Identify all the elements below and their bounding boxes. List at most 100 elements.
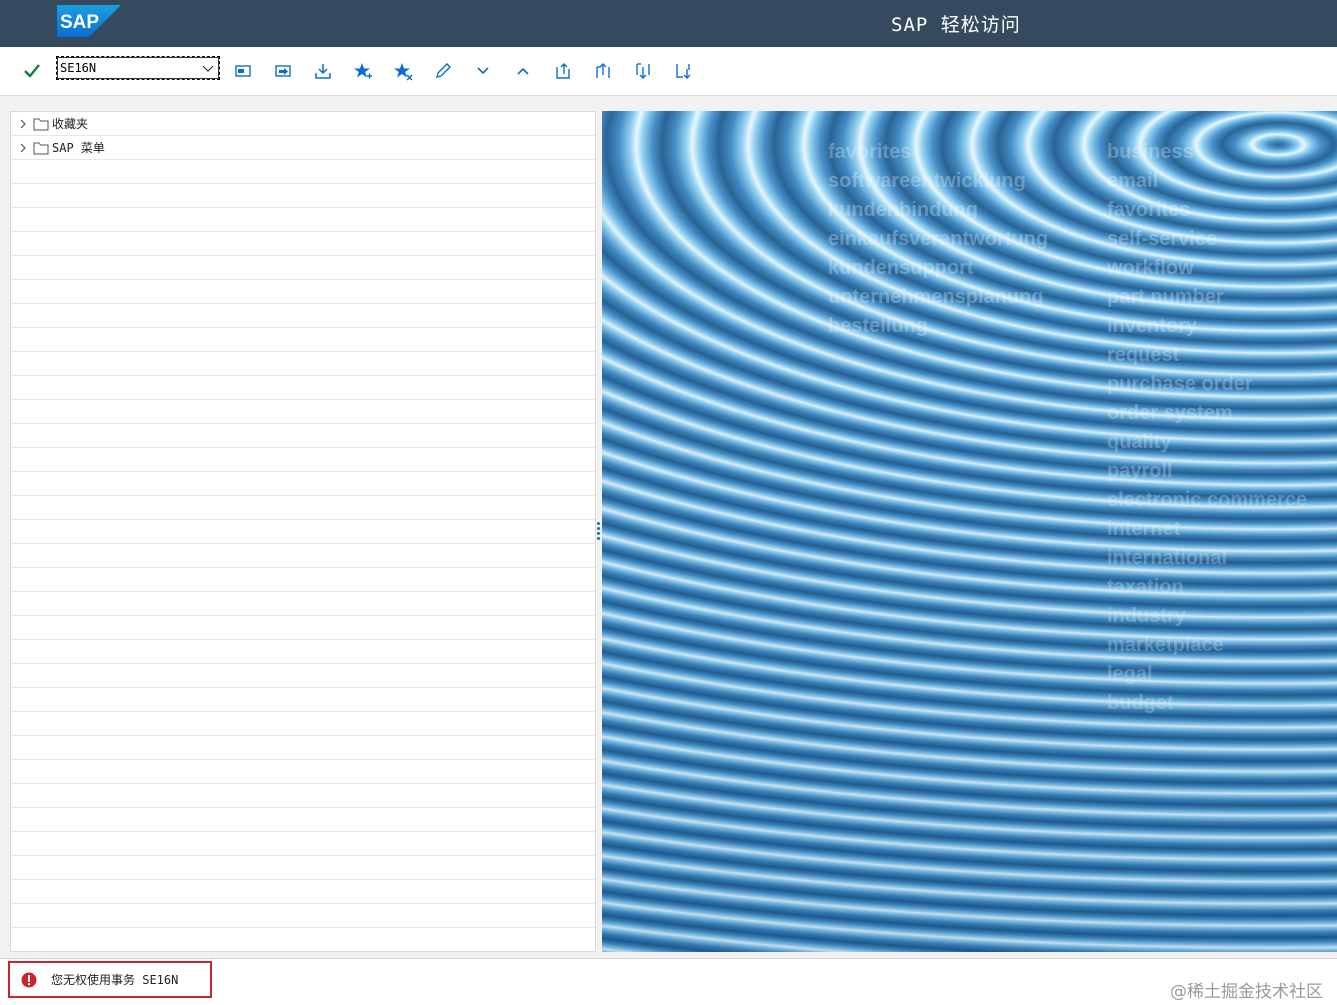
tree-empty-row bbox=[11, 448, 595, 472]
background-word: budget bbox=[1107, 692, 1174, 714]
background-word: international bbox=[1107, 547, 1228, 569]
folder-icon bbox=[33, 142, 49, 154]
tree-empty-row bbox=[11, 520, 595, 544]
background-word: kundenbindung bbox=[828, 199, 978, 221]
tree-empty-row bbox=[11, 232, 595, 256]
expand-button[interactable] bbox=[471, 59, 495, 83]
tree-item-sap-menu[interactable]: SAP 菜单 bbox=[11, 136, 595, 160]
move-bottom-button[interactable] bbox=[671, 59, 695, 83]
background-word: kundensupport bbox=[828, 257, 974, 279]
background-word: bestellung bbox=[828, 315, 929, 337]
background-word: workflow bbox=[1107, 257, 1194, 279]
splitter-handle[interactable] bbox=[597, 522, 600, 540]
chevron-right-icon[interactable] bbox=[18, 119, 28, 129]
tree-empty-row bbox=[11, 352, 595, 376]
tree-empty-row bbox=[11, 328, 595, 352]
status-bar: 您无权使用事务 SE16N @稀土掘金技术社区 bbox=[0, 958, 1337, 1005]
tree-empty-row bbox=[11, 808, 595, 832]
tree-item-label: 收藏夹 bbox=[52, 117, 89, 131]
easy-access-image: favorites softwareentwicklung kundenbindun… bbox=[602, 111, 1337, 952]
background-word: favorites bbox=[1107, 199, 1191, 221]
background-word: request bbox=[1107, 344, 1180, 366]
expand-icon bbox=[477, 67, 489, 75]
background-word: part number bbox=[1107, 286, 1224, 308]
tree-item-favorites[interactable]: 收藏夹 bbox=[11, 112, 595, 136]
background-word: einkaufsverantwortung bbox=[828, 228, 1049, 250]
user-menu-button[interactable] bbox=[271, 59, 295, 83]
user-menu-icon bbox=[275, 65, 291, 77]
watermark: @稀土掘金技术社区 bbox=[1170, 982, 1323, 1002]
background-word: quality bbox=[1107, 431, 1172, 453]
background-word: email bbox=[1107, 170, 1159, 192]
tree-empty-row bbox=[11, 472, 595, 496]
tree-empty-row bbox=[11, 376, 595, 400]
background-word: purchase order bbox=[1107, 373, 1253, 395]
background-word: order system bbox=[1107, 402, 1233, 424]
chevron-down-icon[interactable] bbox=[201, 61, 215, 75]
background-word: softwareentwicklung bbox=[828, 170, 1026, 192]
move-top-button[interactable] bbox=[591, 59, 615, 83]
collapse-icon bbox=[517, 67, 529, 75]
background-word: taxation bbox=[1107, 576, 1184, 598]
add-favorite-icon bbox=[354, 63, 372, 79]
tree-empty-row bbox=[11, 400, 595, 424]
edit-button[interactable] bbox=[431, 59, 455, 83]
move-down-button[interactable] bbox=[631, 59, 655, 83]
tree-empty-row bbox=[11, 856, 595, 880]
delete-favorite-icon bbox=[394, 63, 413, 81]
check-button[interactable] bbox=[20, 59, 44, 83]
tree-empty-row bbox=[11, 280, 595, 304]
background-word: favorites bbox=[828, 141, 912, 163]
check-icon bbox=[24, 64, 40, 78]
add-favorite-button[interactable] bbox=[351, 59, 375, 83]
status-text: 您无权使用事务 SE16N bbox=[51, 973, 179, 987]
chevron-right-icon[interactable] bbox=[18, 143, 28, 153]
tree-empty-row bbox=[11, 160, 595, 184]
tree-empty-row bbox=[11, 544, 595, 568]
sap-menu-button[interactable] bbox=[231, 59, 255, 83]
background-word: marketplace bbox=[1107, 634, 1224, 656]
background-word: legal bbox=[1107, 663, 1153, 685]
tree-empty-row bbox=[11, 736, 595, 760]
tree-empty-row bbox=[11, 880, 595, 904]
collapse-button[interactable] bbox=[511, 59, 535, 83]
tree-empty-row bbox=[11, 592, 595, 616]
tree-empty-row bbox=[11, 904, 595, 928]
tree-empty-row bbox=[11, 304, 595, 328]
background-word: electronic commerce bbox=[1107, 489, 1308, 511]
tree-empty-row bbox=[11, 712, 595, 736]
move-top-icon bbox=[596, 63, 610, 78]
folder-icon bbox=[33, 118, 49, 130]
background-word: business bbox=[1107, 141, 1194, 163]
tree-empty-row bbox=[11, 688, 595, 712]
move-up-button[interactable] bbox=[551, 59, 575, 83]
page-title: SAP 轻松访问 bbox=[891, 14, 1021, 36]
delete-favorite-button[interactable] bbox=[391, 59, 415, 83]
tree-empty-row bbox=[11, 616, 595, 640]
tree-empty-row bbox=[11, 208, 595, 232]
tree-empty-row bbox=[11, 184, 595, 208]
error-icon bbox=[21, 972, 37, 987]
move-down-icon bbox=[636, 63, 650, 79]
background-word: inventory bbox=[1107, 315, 1198, 337]
svg-text:SAP: SAP bbox=[60, 12, 99, 33]
command-field[interactable] bbox=[56, 56, 220, 80]
command-input[interactable] bbox=[60, 59, 196, 77]
background-word: self-service bbox=[1107, 228, 1218, 250]
app-header: SAP SAP 轻松访问 bbox=[0, 0, 1337, 47]
tree-empty-row bbox=[11, 928, 595, 951]
tree-empty-row bbox=[11, 664, 595, 688]
tree-item-label: SAP 菜单 bbox=[52, 141, 105, 155]
tree-empty-row bbox=[11, 496, 595, 520]
toolbar bbox=[0, 47, 1337, 96]
edit-icon bbox=[436, 63, 451, 78]
tree-empty-row bbox=[11, 760, 595, 784]
background-word: unternehmensplanung bbox=[828, 286, 1044, 308]
move-bottom-icon bbox=[676, 64, 691, 79]
status-message[interactable]: 您无权使用事务 SE16N bbox=[8, 961, 212, 998]
sap-logo: SAP bbox=[57, 5, 121, 37]
tree-empty-row bbox=[11, 424, 595, 448]
background-word: payroll bbox=[1107, 460, 1173, 482]
tree-empty-row bbox=[11, 568, 595, 592]
save-button[interactable] bbox=[311, 59, 335, 83]
